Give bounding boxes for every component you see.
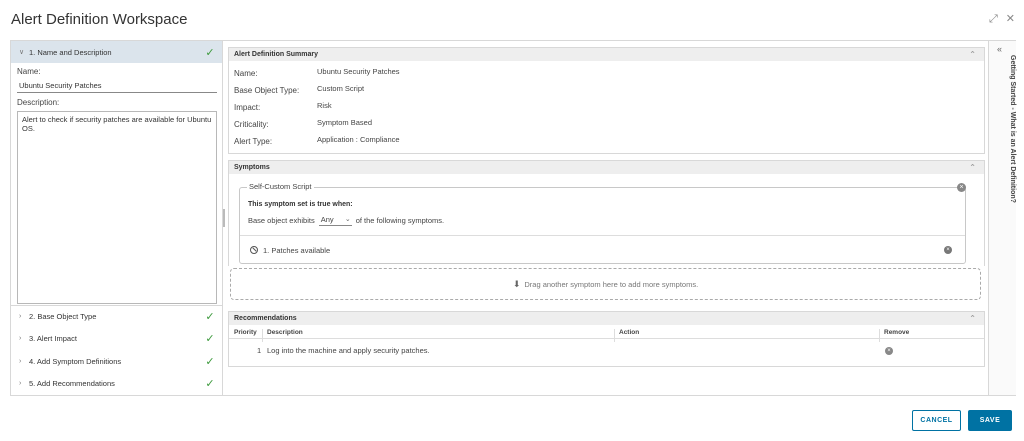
getting-started-label[interactable]: Getting Started - What is an Alert Defin… bbox=[1009, 55, 1016, 203]
exhibits-prefix: Base object exhibits bbox=[248, 216, 315, 225]
steps-panel: ∨ 1. Name and Description ✓ Name: Descri… bbox=[11, 41, 223, 395]
summary-criticality-value: Symptom Based bbox=[317, 118, 373, 127]
exhibits-select-value: Any bbox=[320, 215, 334, 224]
step-label: 1. Name and Description bbox=[29, 47, 112, 57]
symptom-item[interactable]: 1. Patches available × bbox=[240, 235, 965, 264]
window-title: Alert Definition Workspace bbox=[11, 11, 188, 28]
checkmark-icon: ✓ bbox=[205, 332, 215, 345]
recommendations-panel: Recommendations ⌃ Priority Description A… bbox=[228, 311, 985, 367]
chevron-right-icon: › bbox=[19, 357, 22, 365]
summary-base-object-label: Base Object Type: bbox=[234, 86, 300, 95]
description-label: Description: bbox=[17, 98, 60, 107]
chevron-right-icon: › bbox=[19, 312, 22, 320]
remove-recommendation-icon[interactable]: × bbox=[885, 347, 893, 355]
step-add-symptom-definitions[interactable]: › 4. Add Symptom Definitions ✓ bbox=[11, 350, 222, 372]
step-alert-impact[interactable]: › 3. Alert Impact ✓ bbox=[11, 327, 222, 349]
recommendation-priority: 1 bbox=[257, 346, 262, 355]
close-icon[interactable]: ✕ bbox=[1006, 14, 1015, 25]
summary-alert-type-label: Alert Type: bbox=[234, 137, 273, 146]
chevron-right-icon: › bbox=[19, 334, 22, 342]
panel-resize-handle[interactable] bbox=[223, 209, 225, 227]
column-priority[interactable]: Priority bbox=[234, 329, 257, 336]
symptom-dropzone[interactable]: ⬇ Drag another symptom here to add more … bbox=[230, 268, 981, 300]
column-description[interactable]: Description bbox=[267, 329, 303, 336]
summary-panel: Alert Definition Summary ⌃ Name: Ubuntu … bbox=[228, 47, 985, 154]
name-input[interactable] bbox=[17, 79, 217, 93]
column-remove[interactable]: Remove bbox=[884, 329, 909, 336]
double-chevron-left-icon[interactable]: « bbox=[997, 44, 1002, 54]
recommendation-description: Log into the machine and apply security … bbox=[267, 346, 430, 355]
chevron-down-icon: ⌄ bbox=[344, 216, 351, 223]
collapse-icon[interactable]: ⌃ bbox=[969, 50, 976, 59]
collapse-icon[interactable]: ⌃ bbox=[969, 163, 976, 172]
checkmark-icon: ✓ bbox=[205, 355, 215, 368]
summary-name-value: Ubuntu Security Patches bbox=[317, 67, 400, 76]
remove-symptom-set-icon[interactable]: × bbox=[957, 183, 966, 192]
symptom-set-condition: This symptom set is true when: bbox=[248, 201, 353, 208]
description-textarea[interactable]: Alert to check if security patches are a… bbox=[17, 111, 217, 304]
step-label: 2. Base Object Type bbox=[29, 311, 97, 321]
symptom-status-icon bbox=[250, 246, 258, 254]
symptom-set: Self-Custom Script × This symptom set is… bbox=[239, 182, 966, 264]
chevron-down-icon: ∨ bbox=[19, 49, 25, 56]
summary-impact-value: Risk bbox=[317, 101, 332, 110]
step-base-object-type[interactable]: › 2. Base Object Type ✓ bbox=[11, 305, 222, 327]
summary-criticality-label: Criticality: bbox=[234, 120, 269, 129]
step-label: 4. Add Symptom Definitions bbox=[29, 356, 122, 366]
workspace: ∨ 1. Name and Description ✓ Name: Descri… bbox=[10, 40, 1016, 396]
dropzone-text: Drag another symptom here to add more sy… bbox=[524, 279, 699, 289]
exhibits-select[interactable]: Any ⌄ bbox=[318, 215, 352, 226]
column-action[interactable]: Action bbox=[619, 329, 639, 336]
name-label: Name: bbox=[17, 67, 41, 76]
symptom-label: 1. Patches available bbox=[263, 245, 331, 255]
symptoms-header-title: Symptoms bbox=[234, 164, 270, 171]
checkmark-icon: ✓ bbox=[205, 310, 215, 323]
step-name-description[interactable]: ∨ 1. Name and Description ✓ bbox=[11, 41, 222, 63]
step-add-recommendations[interactable]: › 5. Add Recommendations ✓ bbox=[11, 372, 222, 394]
summary-alert-type-value: Application : Compliance bbox=[317, 135, 400, 144]
recommendations-header: Recommendations ⌃ bbox=[229, 312, 984, 325]
cancel-button[interactable]: CANCEL bbox=[912, 410, 961, 431]
step-label: 5. Add Recommendations bbox=[29, 378, 115, 388]
recommendations-header-title: Recommendations bbox=[234, 315, 297, 322]
summary-header: Alert Definition Summary ⌃ bbox=[229, 48, 984, 61]
checkmark-icon: ✓ bbox=[205, 46, 215, 59]
chevron-right-icon: › bbox=[19, 379, 22, 387]
checkmark-icon: ✓ bbox=[205, 377, 215, 390]
step-label: 3. Alert Impact bbox=[29, 333, 77, 343]
symptoms-header: Symptoms ⌃ bbox=[229, 161, 984, 174]
summary-impact-label: Impact: bbox=[234, 103, 261, 112]
exhibits-row: Base object exhibits Any ⌄ of the follow… bbox=[248, 215, 444, 226]
remove-symptom-icon[interactable]: × bbox=[944, 246, 952, 254]
summary-header-title: Alert Definition Summary bbox=[234, 51, 319, 58]
summary-base-object-value: Custom Script bbox=[317, 84, 365, 93]
table-row[interactable]: 1 Log into the machine and apply securit… bbox=[229, 340, 984, 360]
getting-started-panel[interactable]: « Getting Started - What is an Alert Def… bbox=[988, 41, 1016, 395]
save-button[interactable]: SAVE bbox=[968, 410, 1012, 431]
symptom-set-title: Self-Custom Script bbox=[247, 182, 314, 191]
exhibits-suffix: of the following symptoms. bbox=[355, 216, 445, 225]
recommendations-column-headers: Priority Description Action Remove bbox=[229, 326, 984, 342]
collapse-icon[interactable]: ⌃ bbox=[969, 314, 976, 323]
expand-icon[interactable]: ⤢ bbox=[989, 14, 998, 25]
symptoms-panel: Symptoms ⌃ Self-Custom Script × This sym… bbox=[228, 160, 985, 266]
down-arrow-icon: ⬇ bbox=[512, 278, 521, 289]
summary-name-label: Name: bbox=[234, 69, 258, 78]
window-controls: ⤢ ✕ bbox=[989, 14, 1015, 25]
